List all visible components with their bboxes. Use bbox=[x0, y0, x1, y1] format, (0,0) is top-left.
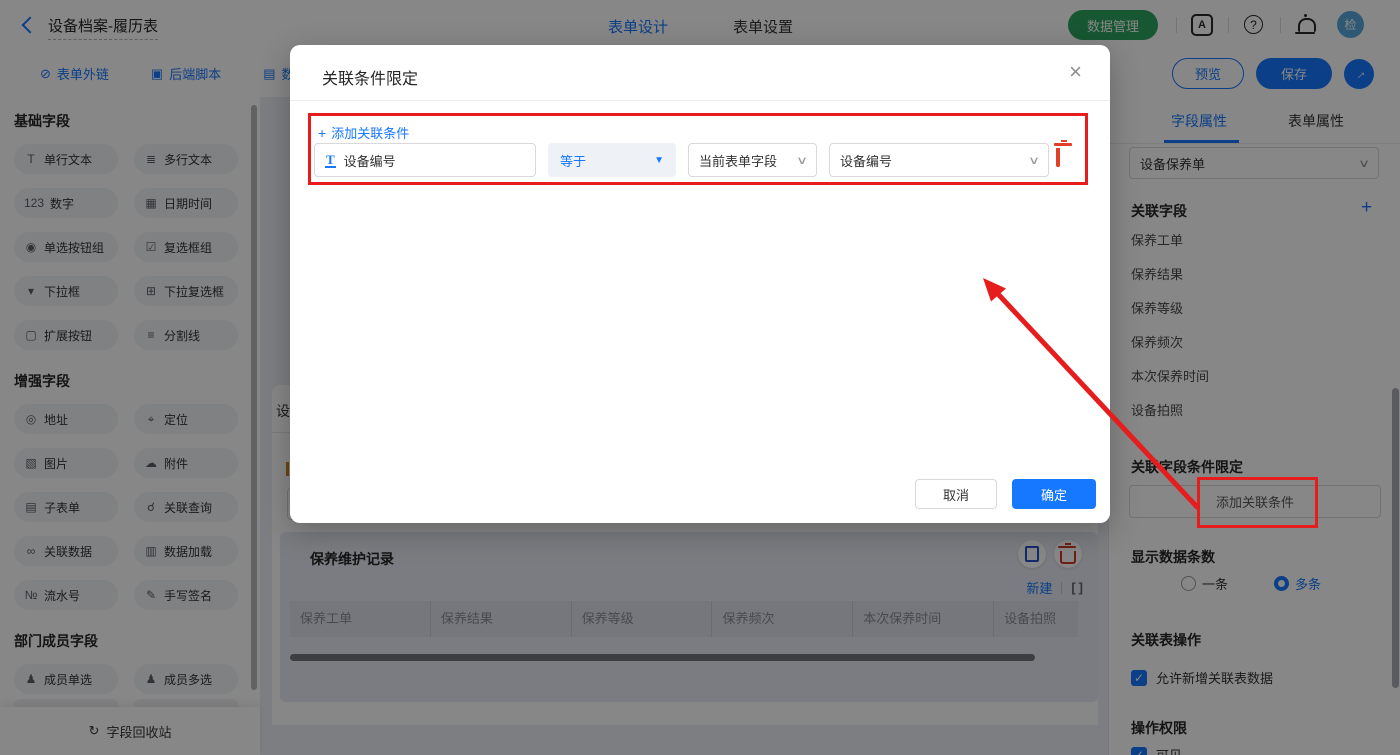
confirm-button[interactable]: 确定 bbox=[1012, 479, 1096, 509]
form-designer-app: 设备档案-履历表 表单设计 表单设置 数据管理 A ? 检 ⊘ 表单外链 ▣ 后… bbox=[0, 0, 1400, 755]
chevron-down-icon: ∨ bbox=[796, 154, 808, 167]
operator-value: 等于 bbox=[560, 151, 586, 170]
trash-icon bbox=[1056, 148, 1060, 167]
chevron-down-icon: ∨ bbox=[1028, 154, 1040, 167]
condition-modal: 关联条件限定 × + 添加关联条件 T 设备编号 等于 ▼ 当前表单字段 ∨ 设… bbox=[290, 45, 1110, 523]
condition-field-value: 设备编号 bbox=[344, 151, 396, 170]
cancel-button[interactable]: 取消 bbox=[915, 479, 997, 509]
modal-add-condition-link[interactable]: + 添加关联条件 bbox=[318, 123, 409, 142]
modal-title: 关联条件限定 bbox=[322, 65, 418, 89]
caret-down-icon: ▼ bbox=[654, 155, 664, 166]
condition-row: T 设备编号 等于 ▼ 当前表单字段 ∨ 设备编号 ∨ bbox=[290, 143, 1110, 177]
target-field-value: 设备编号 bbox=[840, 151, 892, 170]
text-field-icon: T bbox=[325, 153, 336, 168]
source-type-select[interactable]: 当前表单字段 ∨ bbox=[688, 143, 817, 177]
source-type-value: 当前表单字段 bbox=[699, 151, 777, 170]
modal-add-condition-label: 添加关联条件 bbox=[331, 123, 409, 142]
close-icon[interactable]: × bbox=[1069, 59, 1082, 85]
delete-condition-button[interactable] bbox=[1056, 148, 1060, 166]
divider bbox=[290, 100, 1110, 101]
condition-field-input[interactable]: T 设备编号 bbox=[314, 143, 536, 177]
operator-select[interactable]: 等于 ▼ bbox=[548, 143, 676, 177]
target-field-select[interactable]: 设备编号 ∨ bbox=[829, 143, 1049, 177]
plus-icon: + bbox=[318, 125, 326, 141]
